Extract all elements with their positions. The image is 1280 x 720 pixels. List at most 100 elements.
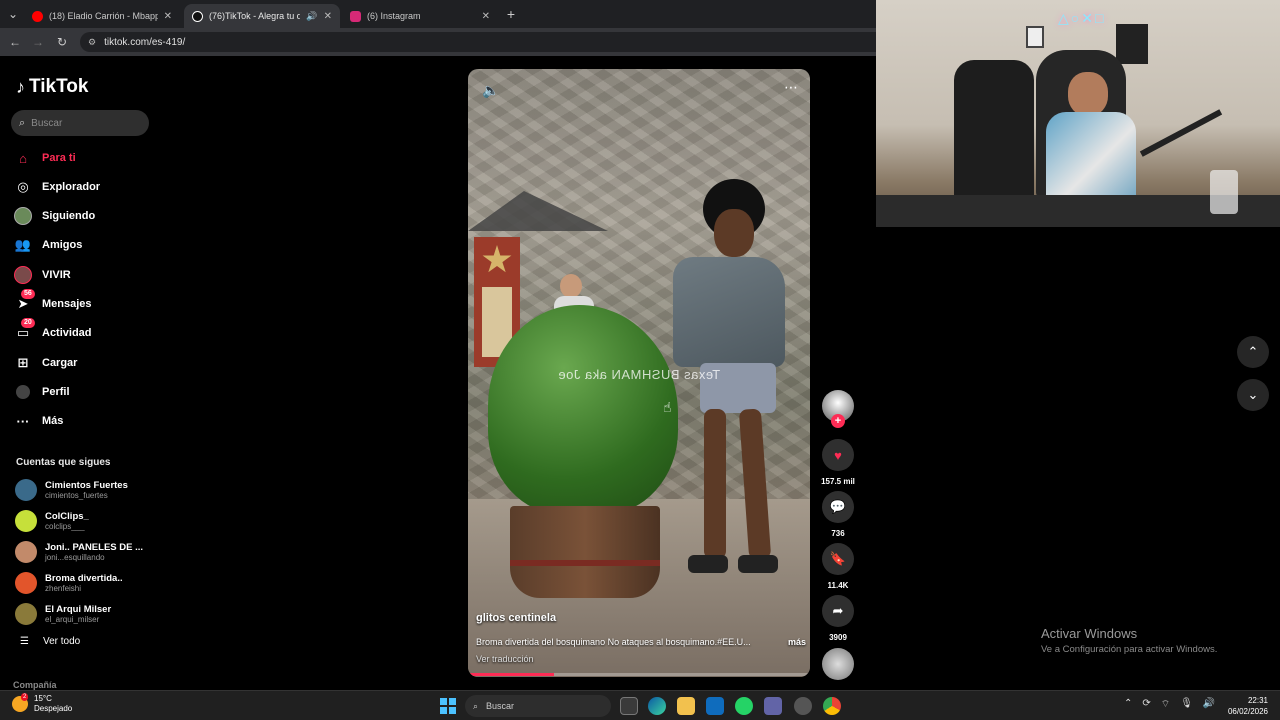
video-player[interactable]: Texas BUSHMAN aka Joe 🔈 ⋯ ☝ glitos centi… bbox=[468, 69, 810, 677]
nav-amigos[interactable]: 👥 Amigos bbox=[14, 233, 82, 257]
search-icon: ⌕ bbox=[473, 700, 479, 711]
upload-icon: ⊞ bbox=[17, 355, 29, 370]
messages-badge: 56 bbox=[21, 289, 35, 299]
whatsapp-icon[interactable] bbox=[735, 697, 753, 715]
weather-badge: 2 bbox=[21, 693, 29, 701]
close-icon[interactable]: ✕ bbox=[482, 11, 490, 22]
heart-icon[interactable]: ♥ bbox=[822, 439, 854, 471]
tab-search-icon[interactable]: ⌄ bbox=[4, 5, 22, 23]
browser-tab-instagram[interactable]: (6) Instagram ✕ bbox=[342, 4, 498, 28]
account-handle: joni...esquillando bbox=[45, 553, 105, 562]
browser-tab-youtube[interactable]: (18) Eladio Carrión - Mbappe (V ✕ bbox=[24, 4, 180, 28]
avatar bbox=[15, 541, 37, 563]
back-button[interactable]: ← bbox=[6, 33, 24, 51]
following-section-title: Cuentas que sigues bbox=[16, 457, 111, 468]
followed-account[interactable]: Joni.. PANELES DE ... joni...esquillando bbox=[15, 539, 143, 565]
system-tray: ⌃ ⟳ ⌔ 🎙 🔊 bbox=[1124, 698, 1215, 711]
company-section-title: Compañía bbox=[13, 680, 57, 690]
nav-label: Amigos bbox=[42, 239, 83, 251]
save-action[interactable]: 🔖 11.4K bbox=[821, 543, 855, 590]
followed-account[interactable]: ColClips_ colclips___ bbox=[15, 508, 89, 534]
taskbar-search[interactable]: ⌕ Buscar bbox=[465, 695, 611, 717]
outlook-icon[interactable] bbox=[706, 697, 724, 715]
followed-account[interactable]: Cimientos Fuertes cimientos_fuertes bbox=[15, 477, 128, 503]
search-input[interactable]: ⌕ Buscar bbox=[11, 110, 149, 136]
taskbar-clock[interactable]: 22:31 06/02/2026 bbox=[1222, 695, 1268, 717]
avatar bbox=[15, 572, 37, 594]
speaker-icon[interactable]: 🔊 bbox=[306, 11, 317, 22]
start-button[interactable] bbox=[440, 698, 456, 714]
activate-windows-watermark: Activar Windows Ve a Configuración para … bbox=[1041, 626, 1217, 655]
previous-video-button[interactable]: ⌃ bbox=[1237, 336, 1269, 368]
windows-taskbar: 2 15°C Despejado ⌕ Buscar ⌃ ⟳ ⌔ 🎙 🔊 22:31… bbox=[0, 690, 1280, 720]
video-author[interactable]: glitos centinela bbox=[476, 612, 556, 624]
like-action[interactable]: ♥ 157.5 mil bbox=[821, 439, 855, 486]
nav-label: Cargar bbox=[42, 357, 78, 369]
reload-button[interactable]: ↻ bbox=[53, 33, 71, 51]
speaker-icon[interactable]: 🔊 bbox=[1203, 698, 1215, 711]
nav-siguiendo[interactable]: Siguiendo bbox=[14, 204, 95, 228]
bookmark-icon[interactable]: 🔖 bbox=[822, 543, 854, 575]
weather-widget[interactable]: 2 15°C Despejado bbox=[12, 693, 73, 714]
nav-label: Mensajes bbox=[42, 298, 92, 310]
share-action[interactable]: ➦ 3909 bbox=[821, 595, 855, 642]
video-options-icon[interactable]: ⋯ bbox=[784, 79, 798, 96]
nav-mas[interactable]: ··· Más bbox=[14, 409, 64, 433]
video-progress-fill bbox=[468, 673, 554, 676]
weather-icon: 2 bbox=[12, 693, 29, 712]
close-icon[interactable]: ✕ bbox=[324, 11, 332, 22]
followed-account[interactable]: El Arqui Milser el_arqui_milser bbox=[15, 601, 111, 627]
caption-more-button[interactable]: más bbox=[788, 637, 806, 647]
clock-date: 06/02/2026 bbox=[1227, 707, 1268, 716]
site-info-icon[interactable]: ⚙ bbox=[88, 37, 96, 48]
nav-explorador[interactable]: ◎ Explorador bbox=[14, 175, 100, 199]
chrome-icon[interactable] bbox=[823, 697, 841, 715]
follow-plus-button[interactable]: + bbox=[831, 414, 845, 428]
translate-link[interactable]: Ver traducción bbox=[476, 654, 534, 664]
comment-action[interactable]: 💬 736 bbox=[821, 491, 855, 538]
next-video-button[interactable]: ⌄ bbox=[1237, 379, 1269, 411]
new-tab-button[interactable]: + bbox=[502, 5, 520, 23]
tiktok-icon bbox=[192, 10, 203, 22]
nav-actividad[interactable]: ▭ 20 Actividad bbox=[14, 318, 92, 345]
tiktok-logo[interactable]: ♪ TikTok bbox=[16, 76, 88, 98]
wall-picture bbox=[1026, 26, 1044, 48]
chevron-up-icon[interactable]: ⌃ bbox=[1124, 698, 1132, 711]
file-explorer-icon[interactable] bbox=[677, 697, 695, 715]
chevron-down-icon: ⌄ bbox=[1247, 387, 1259, 402]
microphone-icon[interactable]: 🎙 bbox=[1180, 698, 1193, 711]
avatar bbox=[15, 510, 37, 532]
close-icon[interactable]: ✕ bbox=[164, 11, 172, 22]
teams-icon[interactable] bbox=[764, 697, 782, 715]
see-all-button[interactable]: ☰ Ver todo bbox=[20, 636, 80, 647]
edge-icon[interactable] bbox=[648, 697, 666, 715]
account-name: Broma divertida.. bbox=[45, 573, 123, 584]
tab-title: (18) Eladio Carrión - Mbappe (V bbox=[49, 11, 158, 21]
settings-icon[interactable] bbox=[794, 697, 812, 715]
url-text: tiktok.com/es-419/ bbox=[104, 36, 186, 48]
activity-badge: 20 bbox=[21, 318, 35, 328]
volume-icon[interactable]: 🔈 bbox=[482, 82, 499, 99]
weather-desc: Despejado bbox=[34, 704, 73, 713]
video-progress-bar[interactable] bbox=[468, 673, 810, 676]
wifi-icon[interactable]: ⌔ bbox=[1161, 698, 1170, 711]
task-view-icon[interactable] bbox=[620, 697, 638, 715]
music-disc-avatar[interactable] bbox=[822, 648, 854, 680]
network-app-icon[interactable]: ⟳ bbox=[1142, 698, 1150, 711]
browser-tab-tiktok[interactable]: (76)TikTok - Alegra tu día 🔊 ✕ bbox=[184, 4, 340, 28]
webcam-overlay: △○✕□ bbox=[876, 0, 1280, 227]
neon-sign-icon: △○✕□ bbox=[1058, 10, 1106, 26]
nav-perfil[interactable]: Perfil bbox=[14, 380, 70, 404]
nav-para-ti[interactable]: ⌂ Para ti bbox=[14, 146, 76, 170]
comment-icon[interactable]: 💬 bbox=[822, 491, 854, 523]
share-icon[interactable]: ➦ bbox=[822, 595, 854, 627]
forward-button[interactable]: → bbox=[29, 33, 47, 51]
followed-account[interactable]: Broma divertida.. zhenfeishi bbox=[15, 570, 123, 596]
avatar bbox=[15, 479, 37, 501]
nav-vivir[interactable]: VIVIR bbox=[14, 263, 71, 287]
nav-label: Para ti bbox=[42, 152, 76, 164]
url-input[interactable]: ⚙ tiktok.com/es-419/ bbox=[80, 32, 876, 52]
nav-mensajes[interactable]: ➤ 56 Mensajes bbox=[14, 289, 92, 316]
nav-cargar[interactable]: ⊞ Cargar bbox=[14, 351, 78, 375]
share-count: 3909 bbox=[829, 633, 847, 642]
